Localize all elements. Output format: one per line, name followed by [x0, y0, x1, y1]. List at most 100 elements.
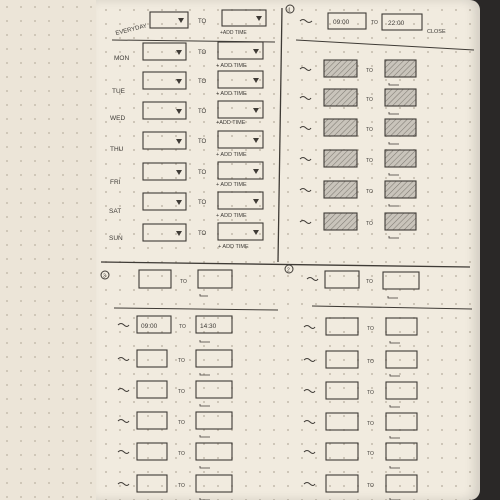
end-time-input[interactable]	[385, 381, 418, 400]
close-link[interactable]: CLOSE	[427, 29, 446, 35]
end-time-input[interactable]	[384, 180, 417, 199]
add-time-scribble[interactable]	[388, 112, 399, 115]
start-time-input[interactable]	[323, 149, 358, 168]
toggle-sketch[interactable]	[117, 482, 130, 486]
toggle-sketch[interactable]	[303, 420, 316, 424]
toggle-sketch[interactable]	[117, 419, 130, 423]
toggle-sketch[interactable]	[117, 357, 130, 361]
sat-add-time[interactable]: + ADD TIME	[216, 213, 247, 219]
top-start-input[interactable]	[324, 270, 360, 289]
add-time-scribble[interactable]	[199, 466, 210, 469]
end-time-input[interactable]	[195, 442, 233, 461]
end-time-input[interactable]	[384, 118, 417, 137]
toggle-sketch[interactable]	[299, 96, 312, 100]
end-time-input[interactable]	[385, 412, 418, 431]
toggle-sketch[interactable]	[299, 67, 312, 71]
toggle-sketch[interactable]	[299, 157, 312, 161]
day-row-sat: SAT TO + ADD TIME	[109, 191, 264, 219]
add-time-scribble[interactable]	[387, 296, 398, 299]
fri-add-time[interactable]: + ADD TIME	[216, 182, 247, 188]
toggle-sketch[interactable]	[117, 388, 130, 392]
start-time-input[interactable]	[325, 350, 359, 369]
start-time-input[interactable]	[323, 118, 358, 137]
add-time-scribble[interactable]	[389, 436, 400, 439]
start-time-input[interactable]	[325, 381, 359, 400]
start-time-input[interactable]	[323, 212, 358, 231]
end-time-input[interactable]	[384, 212, 417, 231]
toggle-sketch[interactable]	[303, 450, 316, 454]
start-time-input[interactable]	[323, 88, 358, 107]
chevron-down-icon	[176, 231, 182, 236]
start-time-input[interactable]	[325, 474, 359, 493]
end-time-input[interactable]	[385, 317, 418, 336]
add-time-scribble[interactable]	[388, 173, 399, 176]
end-time-input[interactable]	[385, 442, 418, 461]
chevron-down-icon	[253, 169, 259, 174]
toggle-sketch[interactable]	[299, 19, 313, 23]
start-time-input[interactable]	[325, 317, 359, 336]
end-time-input[interactable]	[195, 474, 233, 493]
sun-to-label: TO	[198, 231, 207, 237]
thu-add-time[interactable]: + ADD TIME	[216, 152, 247, 158]
top-end-input[interactable]	[197, 269, 233, 289]
start-time-input[interactable]	[325, 412, 359, 431]
toggle-sketch[interactable]	[299, 220, 312, 224]
start-time-input[interactable]	[323, 180, 358, 199]
start-time-input[interactable]	[136, 349, 168, 368]
end-time-input[interactable]	[195, 349, 233, 368]
everyday-add-time[interactable]: +ADD TIME	[220, 30, 247, 36]
top-start-input[interactable]	[138, 269, 172, 289]
toggle-sketch[interactable]	[117, 323, 130, 327]
everyday-row: EVERYDAY TO +ADD TIME	[115, 9, 267, 37]
toggle-sketch[interactable]	[299, 126, 312, 130]
toggle-sketch[interactable]	[117, 450, 130, 454]
toggle-sketch[interactable]	[299, 188, 312, 192]
end-time-input[interactable]	[384, 88, 417, 107]
start-time-input[interactable]	[136, 411, 168, 430]
section-2: 1 09:00 TO 22:00 CLOSE TO TO TO TO TO TO	[285, 4, 475, 239]
end-time-input[interactable]	[195, 411, 233, 430]
time-row: TO	[299, 212, 417, 239]
day-row-sun: SUN TO + ADD TIME	[109, 222, 264, 250]
end-time-input[interactable]	[385, 350, 418, 369]
add-time-scribble[interactable]	[389, 374, 400, 377]
to-label: TO	[366, 189, 373, 195]
add-time-scribble[interactable]	[388, 83, 399, 86]
end-time-input[interactable]	[195, 380, 233, 399]
start-time-input[interactable]	[136, 380, 168, 399]
toggle-sketch[interactable]	[303, 389, 316, 393]
tue-add-time[interactable]: + ADD TIME	[216, 91, 247, 97]
day-label-tue: TUE	[112, 88, 126, 95]
chevron-down-icon	[176, 109, 182, 114]
toggle-sketch[interactable]	[303, 482, 316, 486]
toggle-sketch[interactable]	[306, 277, 319, 281]
add-time-scribble[interactable]	[388, 236, 399, 239]
end-time-input[interactable]	[384, 149, 417, 168]
mon-to-label: TO	[198, 50, 207, 56]
mon-add-time[interactable]: + ADD TIME	[216, 63, 247, 69]
add-time-scribble[interactable]	[199, 373, 210, 376]
to-label: TO	[367, 390, 374, 396]
add-time-scribble[interactable]	[199, 435, 210, 438]
to-label: TO	[366, 221, 373, 227]
top-end-input[interactable]	[382, 271, 420, 290]
add-time-scribble[interactable]	[199, 294, 208, 297]
add-time-scribble[interactable]	[199, 404, 210, 407]
notebook-photo: EVERYDAY TO +ADD TIME MON TO + ADD TIME …	[0, 0, 500, 500]
add-time-scribble[interactable]	[388, 204, 399, 207]
add-time-scribble[interactable]	[389, 405, 400, 408]
add-time-scribble[interactable]	[389, 341, 400, 344]
toggle-sketch[interactable]	[303, 358, 316, 362]
end-time-input[interactable]	[385, 474, 418, 493]
start-time-input[interactable]	[323, 59, 358, 78]
start-time-input[interactable]	[325, 442, 359, 461]
start-time-input[interactable]	[136, 442, 168, 461]
add-time-scribble[interactable]	[389, 466, 400, 469]
wed-add-time[interactable]: +ADD TIME	[216, 120, 246, 126]
add-time-scribble[interactable]	[199, 340, 210, 343]
sun-add-time[interactable]: + ADD TIME	[218, 244, 249, 250]
end-time-input[interactable]	[384, 59, 417, 78]
toggle-sketch[interactable]	[303, 325, 316, 329]
start-time-input[interactable]	[136, 474, 168, 493]
add-time-scribble[interactable]	[388, 142, 399, 145]
